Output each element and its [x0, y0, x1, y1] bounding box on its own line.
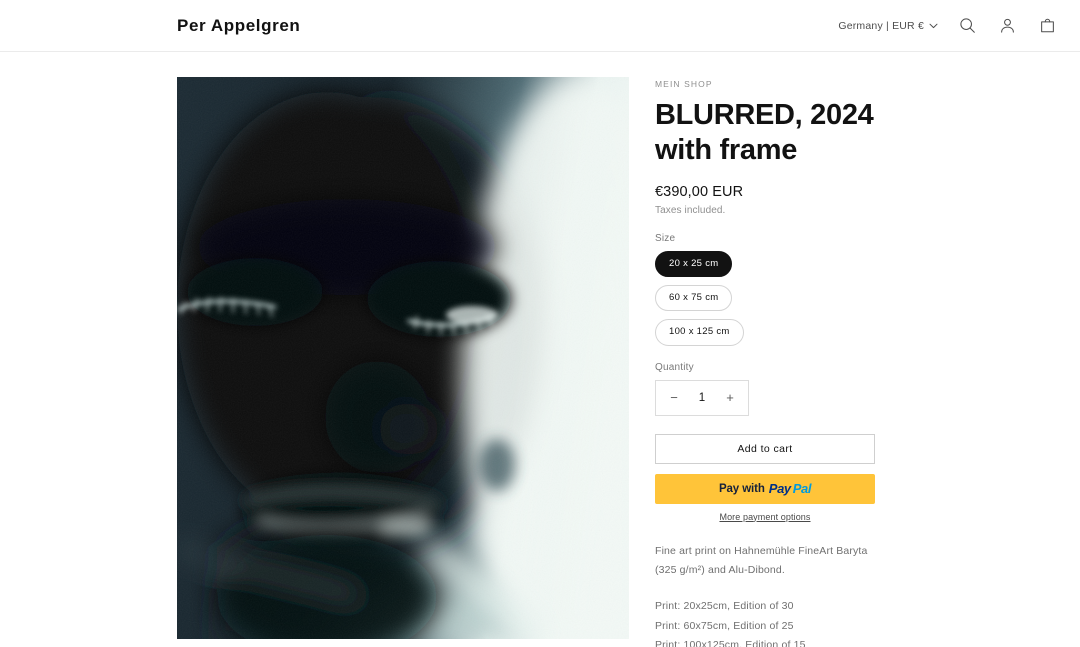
description-spacer-1: [655, 580, 875, 597]
add-to-cart-button[interactable]: Add to cart: [655, 433, 875, 464]
description-line-1: Fine art print on Hahnemühle FineArt Bar…: [655, 544, 868, 557]
description-line-5: Print: 100x125cm, Edition of 15: [655, 639, 806, 647]
quantity-decrease-button[interactable]: −: [666, 391, 682, 404]
description-line-2: (325 g/m²) and Alu-Dibond.: [655, 564, 785, 577]
description-line-3: Print: 20x25cm, Edition of 30: [655, 600, 794, 613]
product-page: MEIN SHOP BLURRED, 2024 with frame €390,…: [0, 52, 1080, 647]
paypal-brand-first: Pay: [768, 481, 791, 497]
size-option-60x75[interactable]: 60 x 75 cm: [655, 284, 733, 312]
quantity-label: Quantity: [655, 361, 694, 373]
quantity-input[interactable]: 1: [699, 392, 705, 404]
product-price: €390,00 EUR: [655, 183, 744, 200]
quantity-stepper: − 1 +: [655, 379, 749, 416]
site-logo[interactable]: Per Appelgren: [177, 16, 300, 36]
cart-icon[interactable]: [1034, 13, 1060, 39]
product-gallery: [177, 77, 629, 647]
chevron-down-icon: [929, 23, 938, 29]
page-title: BLURRED, 2024 with frame: [655, 99, 874, 166]
quantity-increase-button[interactable]: +: [722, 391, 738, 404]
paypal-checkout-button[interactable]: Pay with Pay Pal: [655, 473, 875, 504]
size-options: 20 x 25 cm 60 x 75 cm 100 x 125 cm: [655, 250, 815, 346]
product-info: MEIN SHOP BLURRED, 2024 with frame €390,…: [655, 77, 875, 647]
product-image[interactable]: [177, 77, 629, 639]
site-header: Per Appelgren Germany | EUR €: [0, 0, 1080, 52]
paypal-brand-second: Pal: [792, 481, 812, 497]
search-icon[interactable]: [954, 13, 980, 39]
product-vendor: MEIN SHOP: [655, 79, 713, 89]
description-line-4: Print: 60x75cm, Edition of 25: [655, 619, 794, 632]
header-actions: Germany | EUR €: [836, 13, 1060, 39]
account-icon[interactable]: [994, 13, 1020, 39]
paypal-prefix-label: Pay with: [718, 482, 765, 495]
locale-currency-selector[interactable]: Germany | EUR €: [836, 16, 940, 36]
size-option-100x125[interactable]: 100 x 125 cm: [655, 319, 744, 346]
size-label: Size: [655, 232, 676, 244]
tax-note: Taxes included.: [655, 204, 726, 216]
more-payment-options-link[interactable]: More payment options: [655, 512, 875, 522]
size-option-20x25[interactable]: 20 x 25 cm: [655, 250, 733, 277]
locale-label: Germany | EUR €: [838, 19, 924, 32]
product-description: Fine art print on Hahnemühle FineArt Bar…: [655, 542, 875, 647]
